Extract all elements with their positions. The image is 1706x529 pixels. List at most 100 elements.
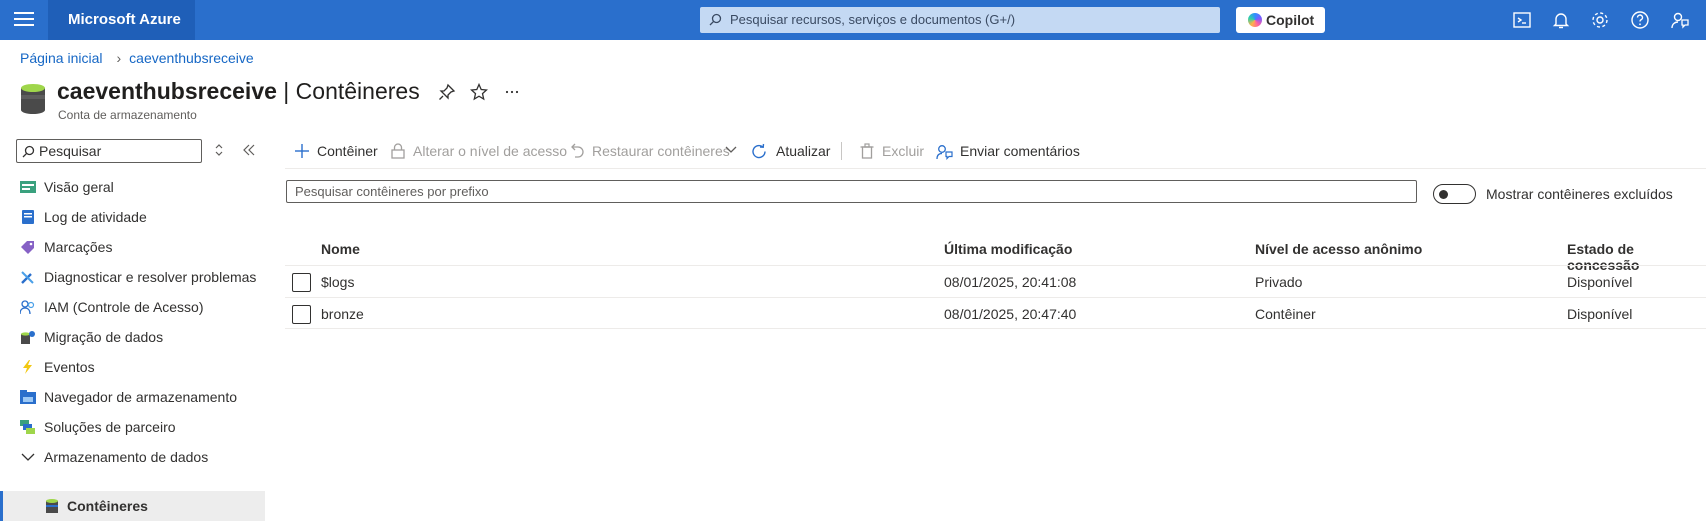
gear-icon[interactable] <box>1590 10 1610 30</box>
plus-icon <box>295 144 309 158</box>
copilot-button[interactable]: Copilot <box>1236 7 1325 33</box>
sidebar-item-activity-log[interactable]: Log de atividade <box>0 202 265 232</box>
wrench-icon <box>21 271 34 284</box>
sidebar-item-tags[interactable]: Marcações <box>0 232 265 262</box>
help-icon[interactable] <box>1630 10 1650 30</box>
add-container-label: Contêiner <box>317 143 378 159</box>
resource-type-label: Conta de armazenamento <box>58 108 197 122</box>
sidebar-search-input[interactable]: Pesquisar <box>16 139 202 163</box>
feedback-icon <box>936 145 953 160</box>
resource-name: caeventhubsreceive <box>57 78 277 104</box>
sidebar-group-data-storage[interactable]: Armazenamento de dados <box>0 442 265 472</box>
table-row[interactable]: bronze 08/01/2025, 20:47:40 Contêiner Di… <box>285 297 1706 329</box>
top-bar: Microsoft Azure Pesquisar recursos, serv… <box>0 0 1706 40</box>
toggle-knob <box>1439 190 1448 199</box>
tag-icon <box>21 241 34 254</box>
command-bar-divider <box>285 168 1706 169</box>
sidebar-item-diagnose[interactable]: Diagnosticar e resolver problemas <box>0 262 265 292</box>
command-separator <box>841 142 842 160</box>
sidebar-item-label: Migração de dados <box>44 329 164 345</box>
undo-icon <box>571 143 584 158</box>
change-access-level-label: Alterar o nível de acesso <box>413 143 568 159</box>
active-indicator <box>0 491 3 521</box>
sidebar-item-label: Contêineres <box>67 498 148 514</box>
sidebar-item-partner-solutions[interactable]: Soluções de parceiro <box>0 412 265 442</box>
migration-icon <box>21 331 35 344</box>
show-deleted-label: Mostrar contêineres excluídos <box>1486 186 1673 202</box>
storage-browser-icon <box>20 390 36 404</box>
title-separator: | <box>276 78 296 104</box>
cloud-shell-icon[interactable] <box>1512 10 1532 30</box>
container-icon <box>46 499 58 513</box>
sidebar-item-storage-browser[interactable]: Navegador de armazenamento <box>0 382 265 412</box>
breadcrumb-current-link[interactable]: caeventhubsreceive <box>129 50 254 66</box>
sidebar-item-overview[interactable]: Visão geral <box>0 172 265 202</box>
page-name: Contêineres <box>295 78 420 104</box>
send-feedback-label: Enviar comentários <box>960 143 1080 159</box>
row-checkbox[interactable] <box>292 273 311 292</box>
column-header-last-modified[interactable]: Última modificação <box>944 241 1072 257</box>
sidebar-item-iam[interactable]: IAM (Controle de Acesso) <box>0 292 265 322</box>
sidebar-item-label: Marcações <box>44 239 113 255</box>
sort-icon[interactable] <box>212 143 226 157</box>
sidebar-item-label: Navegador de armazenamento <box>44 389 238 405</box>
sidebar-item-containers[interactable]: Contêineres <box>0 491 265 521</box>
partner-icon <box>20 420 35 434</box>
search-icon <box>709 13 722 26</box>
sidebar-item-label: Armazenamento de dados <box>44 449 209 465</box>
sidebar-item-label: Log de atividade <box>44 209 147 225</box>
row-checkbox[interactable] <box>292 305 311 324</box>
column-header-access-level[interactable]: Nível de acesso anônimo <box>1255 241 1422 257</box>
restore-containers-button[interactable]: Restaurar contêineres <box>570 140 737 162</box>
breadcrumb-separator: › <box>116 50 122 66</box>
star-icon[interactable] <box>470 83 488 101</box>
global-search-input[interactable]: Pesquisar recursos, serviços e documento… <box>700 7 1220 33</box>
add-container-button[interactable]: Contêiner <box>294 140 378 162</box>
more-icon[interactable] <box>503 83 521 101</box>
sidebar-item-label: Eventos <box>44 359 95 375</box>
people-icon <box>20 300 35 314</box>
sidebar-item-label: IAM (Controle de Acesso) <box>44 299 204 315</box>
lease-state-cell: Disponível <box>1567 274 1633 290</box>
delete-button[interactable]: Excluir <box>860 140 924 162</box>
lease-state-cell: Disponível <box>1567 306 1633 322</box>
copilot-label: Copilot <box>1266 12 1315 28</box>
lightning-icon <box>23 360 32 374</box>
prefix-search-placeholder: Pesquisar contêineres por prefixo <box>295 184 489 199</box>
storage-account-icon <box>21 84 45 114</box>
chevron-down-icon <box>725 146 737 153</box>
sidebar-search-placeholder: Pesquisar <box>39 143 102 159</box>
prefix-search-input[interactable]: Pesquisar contêineres por prefixo <box>286 180 1417 203</box>
sidebar-item-events[interactable]: Eventos <box>0 352 265 382</box>
bell-icon[interactable] <box>1551 10 1571 30</box>
access-level-cell: Privado <box>1255 274 1303 290</box>
search-icon <box>22 145 35 158</box>
activity-log-icon <box>22 210 34 224</box>
breadcrumb-home-link[interactable]: Página inicial <box>20 50 103 66</box>
send-feedback-button[interactable]: Enviar comentários <box>936 140 1080 162</box>
refresh-button[interactable]: Atualizar <box>751 140 830 162</box>
sidebar-item-data-migration[interactable]: Migração de dados <box>0 322 265 352</box>
access-level-cell: Contêiner <box>1255 306 1316 322</box>
trash-icon <box>860 143 874 159</box>
restore-containers-label: Restaurar contêineres <box>592 143 730 159</box>
delete-label: Excluir <box>882 143 925 159</box>
last-modified-cell: 08/01/2025, 20:47:40 <box>944 306 1077 322</box>
container-name-link[interactable]: bronze <box>321 306 364 322</box>
chevron-down-icon <box>21 453 35 461</box>
lock-icon <box>391 143 405 159</box>
breadcrumb: Página inicial › caeventhubsreceive <box>20 50 260 66</box>
show-deleted-toggle[interactable] <box>1433 184 1476 204</box>
refresh-label: Atualizar <box>776 143 831 159</box>
container-name-link[interactable]: $logs <box>321 274 354 290</box>
pin-icon[interactable] <box>438 83 456 101</box>
column-header-name[interactable]: Nome <box>321 241 360 257</box>
brand-label[interactable]: Microsoft Azure <box>48 0 195 40</box>
table-row[interactable]: $logs 08/01/2025, 20:41:08 Privado Dispo… <box>285 265 1706 297</box>
change-access-level-button[interactable]: Alterar o nível de acesso <box>391 140 567 162</box>
sidebar-item-label: Soluções de parceiro <box>44 419 176 435</box>
menu-icon[interactable] <box>14 12 34 28</box>
copilot-icon <box>1248 13 1262 27</box>
collapse-icon[interactable] <box>242 143 256 157</box>
feedback-icon[interactable] <box>1670 10 1690 30</box>
